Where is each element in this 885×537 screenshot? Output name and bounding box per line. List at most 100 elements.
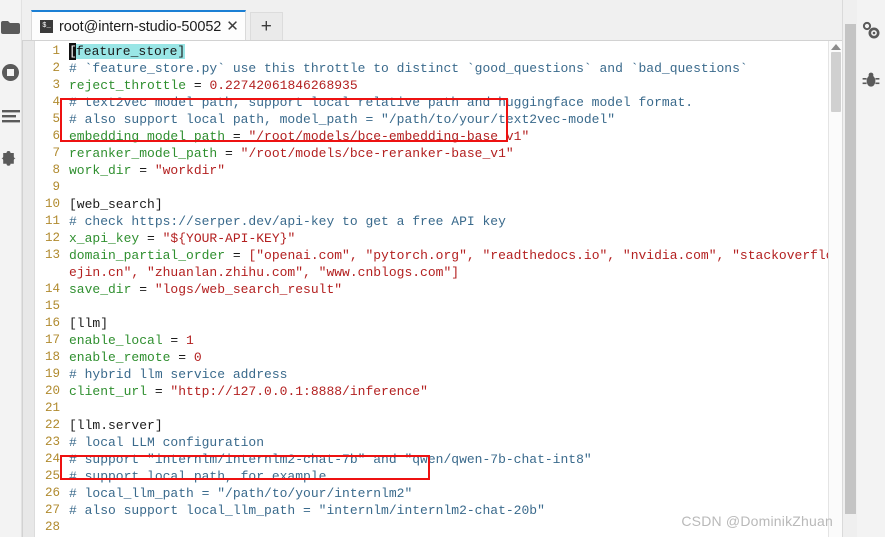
code-line[interactable]: 15 bbox=[35, 298, 828, 315]
gears-icon[interactable] bbox=[861, 20, 881, 40]
code-line[interactable]: 1 [feature_store] bbox=[35, 43, 828, 60]
code-token: [llm] bbox=[69, 316, 109, 331]
line-number: 12 bbox=[44, 231, 60, 245]
code-line[interactable]: 18 enable_remote = 0 bbox=[35, 349, 828, 366]
code-token: [llm.server] bbox=[69, 418, 163, 433]
code-line[interactable]: 23 # local LLM configuration bbox=[35, 434, 828, 451]
line-number: 26 bbox=[44, 486, 60, 500]
line-text bbox=[65, 400, 828, 417]
code-token: # check https://serper.dev/api-key to ge… bbox=[69, 214, 506, 229]
code-token: 1 bbox=[186, 333, 194, 348]
list-icon[interactable] bbox=[1, 106, 21, 126]
line-number: 22 bbox=[44, 418, 60, 432]
close-icon[interactable]: ✕ bbox=[224, 19, 241, 34]
code-line[interactable]: 16 [llm] bbox=[35, 315, 828, 332]
line-number: 21 bbox=[44, 401, 60, 415]
line-text: [feature_store] bbox=[65, 43, 828, 60]
code-line[interactable]: 10 [web_search] bbox=[35, 196, 828, 213]
line-text: # support "internlm/internlm2-chat-7b" a… bbox=[65, 451, 828, 468]
code-token: embedding_model_path bbox=[69, 129, 226, 144]
bug-icon[interactable] bbox=[861, 70, 881, 90]
code-token: = bbox=[147, 384, 171, 399]
code-line[interactable]: 26 # local_llm_path = "/path/to/your/inte… bbox=[35, 485, 828, 502]
code-line[interactable]: 6 embedding_model_path = "/root/models/bc… bbox=[35, 128, 828, 145]
line-text: client_url = "http://127.0.0.1:8888/infe… bbox=[65, 383, 828, 400]
code-line[interactable]: 24 # support "internlm/internlm2-chat-7b"… bbox=[35, 451, 828, 468]
code-line[interactable]: 21 bbox=[35, 400, 828, 417]
scrollbar-thumb[interactable] bbox=[830, 52, 841, 112]
new-tab-button[interactable]: + bbox=[249, 12, 283, 41]
code-token: # also support local path, model_path = … bbox=[69, 112, 616, 127]
tab-bar: $_ root@intern-studio-50052 ✕ + bbox=[22, 0, 842, 41]
folder-icon[interactable] bbox=[1, 18, 21, 38]
line-number: 3 bbox=[52, 78, 60, 92]
line-text: # text2vec model path, support local rel… bbox=[65, 94, 828, 111]
code-line[interactable]: 7 reranker_model_path = "/root/models/bce… bbox=[35, 145, 828, 162]
terminal-icon: $_ bbox=[40, 20, 53, 33]
line-text bbox=[65, 179, 828, 196]
code-line[interactable]: 8 work_dir = "workdir" bbox=[35, 162, 828, 179]
line-text: # check https://serper.dev/api-key to ge… bbox=[65, 213, 828, 230]
stop-circle-icon[interactable] bbox=[1, 62, 21, 82]
line-text: x_api_key = "${YOUR-API-KEY}" bbox=[65, 230, 828, 247]
code-line[interactable]: 4 # text2vec model path, support local re… bbox=[35, 94, 828, 111]
line-text: [web_search] bbox=[65, 196, 828, 213]
code-token: # text2vec model path, support local rel… bbox=[69, 95, 694, 110]
code-line[interactable]: 13 domain_partial_order = ["openai.com", … bbox=[35, 247, 828, 264]
code-line[interactable]: 19 # hybrid llm service address bbox=[35, 366, 828, 383]
line-number: 18 bbox=[44, 350, 60, 364]
code-token: # `feature_store.py` use this throttle t… bbox=[69, 61, 748, 76]
code-line[interactable]: 25 # support local path, for example bbox=[35, 468, 828, 485]
line-number: 16 bbox=[44, 316, 60, 330]
code-token: client_url bbox=[69, 384, 148, 399]
code-line[interactable]: 14 save_dir = "logs/web_search_result" bbox=[35, 281, 828, 298]
code-line[interactable]: 3 reject_throttle = 0.22742061846268935 bbox=[35, 77, 828, 94]
code-line[interactable]: 11 # check https://serper.dev/api-key to … bbox=[35, 213, 828, 230]
scroll-up-arrow-icon[interactable] bbox=[830, 44, 841, 50]
code-token: reranker_model_path bbox=[69, 146, 218, 161]
line-text: # support local path, for example bbox=[65, 468, 828, 485]
line-number: 27 bbox=[44, 503, 60, 517]
line-number: 17 bbox=[44, 333, 60, 347]
page-scrollbar[interactable] bbox=[842, 0, 857, 537]
line-number: 15 bbox=[44, 299, 60, 313]
editor-vertical-scrollbar[interactable] bbox=[828, 41, 842, 537]
code-line[interactable]: 2 # `feature_store.py` use this throttle … bbox=[35, 60, 828, 77]
code-line[interactable]: 12 x_api_key = "${YOUR-API-KEY}" bbox=[35, 230, 828, 247]
code-token: ["openai.com", "pytorch.org", "readthedo… bbox=[248, 248, 828, 263]
text-caret: [ bbox=[69, 43, 77, 60]
code-token: = bbox=[186, 78, 210, 93]
editor-column: $_ root@intern-studio-50052 ✕ + 1 [featur… bbox=[22, 0, 842, 537]
line-number: 23 bbox=[44, 435, 60, 449]
code-line[interactable]: ejin.cn", "zhuanlan.zhihu.com", "www.cnb… bbox=[35, 264, 828, 281]
code-line[interactable]: 17 enable_local = 1 bbox=[35, 332, 828, 349]
code-token: enable_local bbox=[69, 333, 163, 348]
code-token: = bbox=[225, 129, 249, 144]
code-token: = bbox=[225, 248, 249, 263]
line-text: # `feature_store.py` use this throttle t… bbox=[65, 60, 828, 77]
line-number: 10 bbox=[44, 197, 60, 211]
code-token: = bbox=[131, 163, 155, 178]
line-text: # local_llm_path = "/path/to/your/intern… bbox=[65, 485, 828, 502]
code-token: x_api_key bbox=[69, 231, 140, 246]
line-number: 2 bbox=[52, 61, 60, 75]
puzzle-icon[interactable] bbox=[1, 150, 21, 170]
code-token: "workdir" bbox=[154, 163, 226, 178]
tab-terminal-session[interactable]: $_ root@intern-studio-50052 ✕ bbox=[31, 10, 246, 41]
line-text: # local LLM configuration bbox=[65, 434, 828, 451]
line-text: ejin.cn", "zhuanlan.zhihu.com", "www.cnb… bbox=[65, 264, 828, 281]
code-line[interactable]: 20 client_url = "http://127.0.0.1:8888/in… bbox=[35, 383, 828, 400]
selected-text: feature_store] bbox=[76, 44, 186, 59]
code-token: 0.22742061846268935 bbox=[209, 78, 358, 93]
code-content[interactable]: 1 [feature_store] 2 # `feature_store.py` us… bbox=[35, 41, 828, 537]
code-line[interactable]: 9 bbox=[35, 179, 828, 196]
page-scrollbar-thumb[interactable] bbox=[845, 24, 856, 514]
line-text: enable_remote = 0 bbox=[65, 349, 828, 366]
code-token: = bbox=[139, 231, 163, 246]
line-number: 28 bbox=[44, 520, 60, 534]
code-token: ejin.cn", "zhuanlan.zhihu.com", "www.cnb… bbox=[69, 265, 460, 280]
line-text: [llm] bbox=[65, 315, 828, 332]
code-line[interactable]: 22 [llm.server] bbox=[35, 417, 828, 434]
line-text: # also support local path, model_path = … bbox=[65, 111, 828, 128]
code-line[interactable]: 5 # also support local path, model_path =… bbox=[35, 111, 828, 128]
